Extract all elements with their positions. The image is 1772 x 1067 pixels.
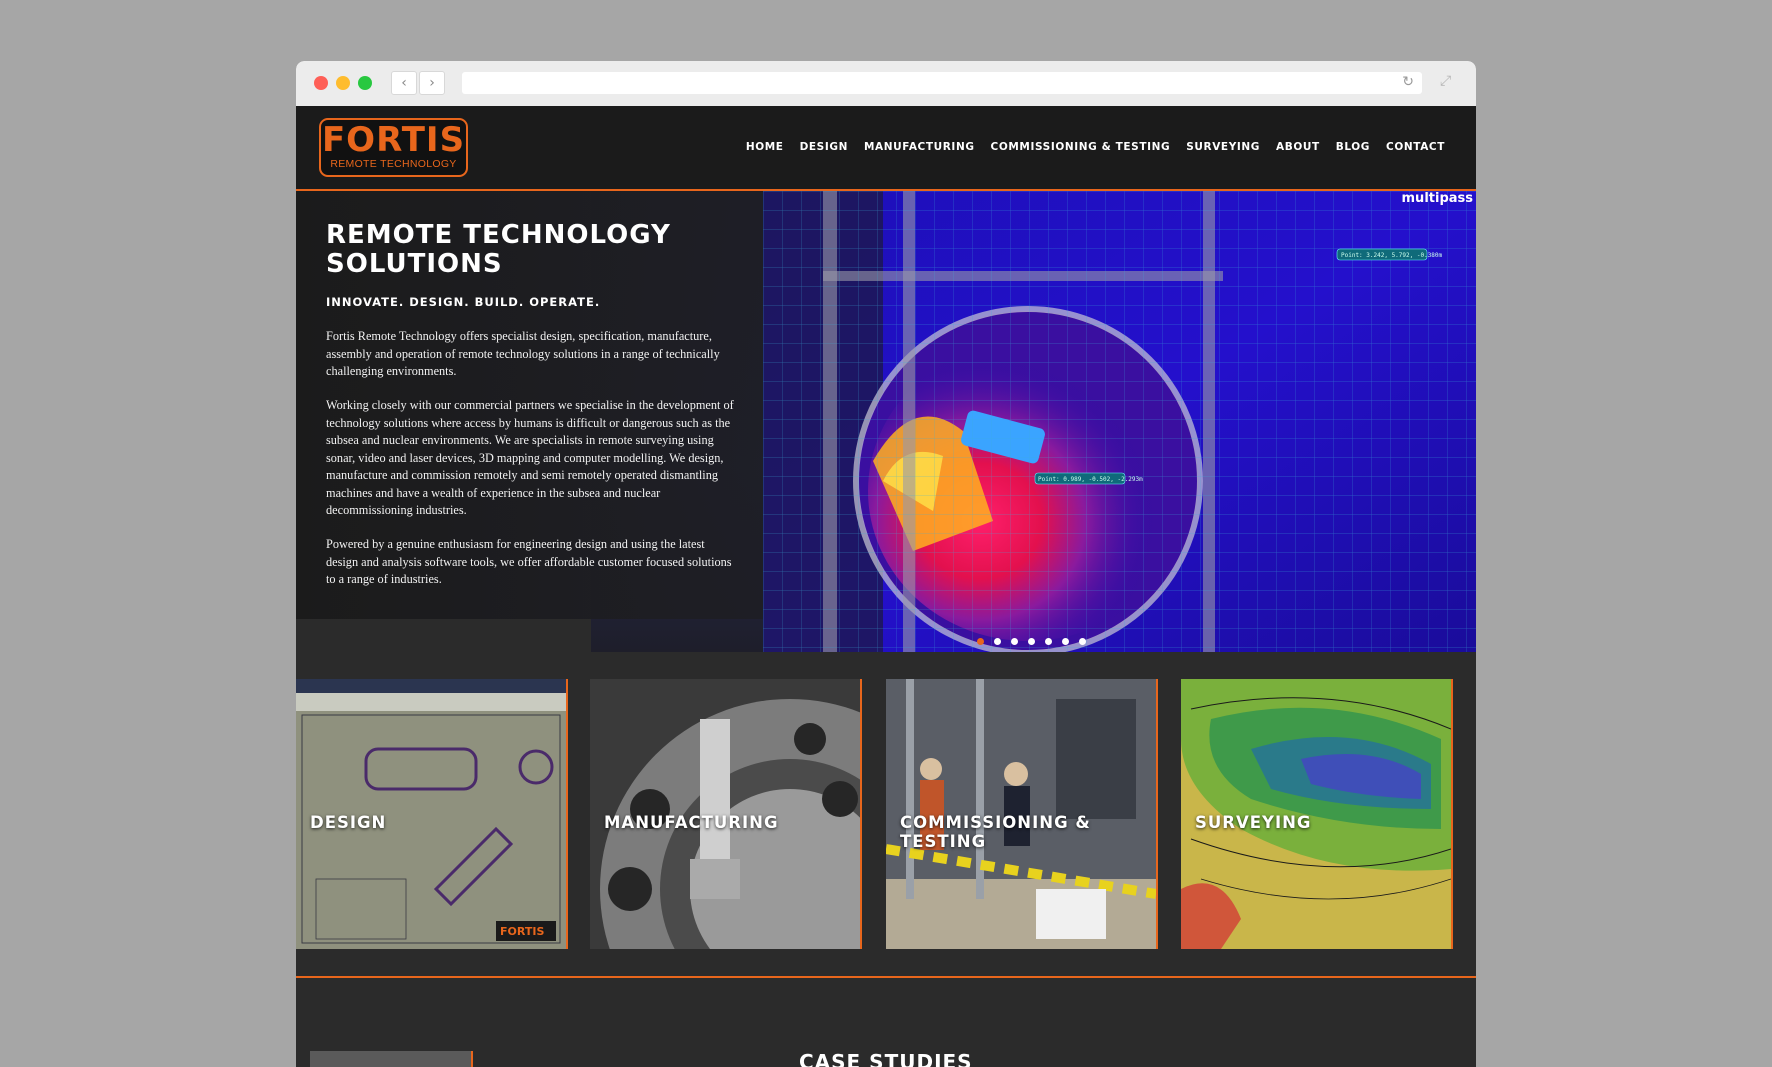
nav-contact[interactable]: CONTACT xyxy=(1386,141,1445,153)
reload-icon[interactable]: ↻ xyxy=(1402,74,1414,90)
chevron-left-icon: ‹ xyxy=(401,75,407,91)
tile-commissioning-testing[interactable]: COMMISSIONING & TESTING xyxy=(886,679,1158,949)
site-header: FORTIS REMOTE TECHNOLOGY HOME DESIGN MAN… xyxy=(296,106,1476,191)
tile-label: COMMISSIONING & TESTING xyxy=(900,813,1091,851)
case-studies-heading: CASE STUDIES xyxy=(799,1050,973,1067)
nav-about[interactable]: ABOUT xyxy=(1276,141,1320,153)
slider-dot[interactable] xyxy=(977,638,984,645)
nav-manufacturing[interactable]: MANUFACTURING xyxy=(864,141,975,153)
nav-surveying[interactable]: SURVEYING xyxy=(1186,141,1260,153)
hero-text-panel: REMOTE TECHNOLOGY SOLUTIONS INNOVATE. DE… xyxy=(296,191,763,619)
slider-dot[interactable] xyxy=(1011,638,1018,645)
hero-subtitle: INNOVATE. DESIGN. BUILD. OPERATE. xyxy=(326,295,601,309)
slider-dot[interactable] xyxy=(1062,638,1069,645)
hero-scan-image: Point: 3.242, 5.792, -0.380m Point: 0.98… xyxy=(763,191,1476,652)
tile-label: MANUFACTURING xyxy=(604,813,779,832)
slider-pagination xyxy=(977,638,1086,645)
maximize-window-button[interactable] xyxy=(358,76,372,90)
tile-design[interactable]: FORTIS DESIGN xyxy=(296,679,568,949)
logo-tagline: REMOTE TECHNOLOGY xyxy=(330,158,457,170)
chevron-right-icon: › xyxy=(429,75,435,91)
fullscreen-icon[interactable]: ⤢ xyxy=(1440,73,1451,89)
hero-paragraph: Powered by a genuine enthusiasm for engi… xyxy=(326,537,732,586)
tile-manufacturing[interactable]: MANUFACTURING xyxy=(590,679,862,949)
address-bar[interactable]: ↻ xyxy=(462,72,1422,94)
scan-point-label-2: Point: 0.989, -0.502, -2.293m xyxy=(1038,476,1143,483)
slider-dot[interactable] xyxy=(1079,638,1086,645)
slider-dot[interactable] xyxy=(1028,638,1035,645)
main-nav: HOME DESIGN MANUFACTURING COMMISSIONING … xyxy=(746,141,1445,153)
hero-title: REMOTE TECHNOLOGY SOLUTIONS xyxy=(326,220,671,279)
tile-label: SURVEYING xyxy=(1195,813,1312,832)
slider-dot[interactable] xyxy=(1045,638,1052,645)
hero-paragraph: Working closely with our commercial part… xyxy=(326,398,734,517)
slider-dot[interactable] xyxy=(994,638,1001,645)
logo-name: FORTIS xyxy=(321,120,466,160)
nav-home[interactable]: HOME xyxy=(746,141,784,153)
section-divider xyxy=(296,976,1476,978)
tile-surveying[interactable]: SURVEYING xyxy=(1181,679,1453,949)
service-tiles: FORTIS DESIGN MANUFACTURING COMMISSIONIN… xyxy=(296,679,1476,949)
minimize-window-button[interactable] xyxy=(336,76,350,90)
nav-blog[interactable]: BLOG xyxy=(1336,141,1370,153)
forward-button[interactable]: › xyxy=(419,71,445,95)
fortis-logo[interactable]: FORTIS REMOTE TECHNOLOGY xyxy=(319,118,468,177)
browser-window: ‹ › ↻ ⤢ FORTIS REMOTE TECHNOLOGY HOME DE… xyxy=(296,61,1476,1067)
hero-slider: Point: 3.242, 5.792, -0.380m Point: 0.98… xyxy=(296,191,1476,652)
scan-point-label-1: Point: 3.242, 5.792, -0.380m xyxy=(1341,252,1443,259)
case-study-thumbnail[interactable] xyxy=(310,1051,473,1067)
browser-chrome: ‹ › ↻ ⤢ xyxy=(296,61,1476,107)
nav-commissioning-testing[interactable]: COMMISSIONING & TESTING xyxy=(991,141,1171,153)
nav-design[interactable]: DESIGN xyxy=(800,141,848,153)
back-button[interactable]: ‹ xyxy=(391,71,417,95)
hero-paragraph: Fortis Remote Technology offers speciali… xyxy=(326,329,720,378)
drawing-logo-text: FORTIS xyxy=(500,925,544,938)
close-window-button[interactable] xyxy=(314,76,328,90)
multipass-watermark: multipass xyxy=(1401,191,1473,206)
tile-label: DESIGN xyxy=(310,813,387,832)
